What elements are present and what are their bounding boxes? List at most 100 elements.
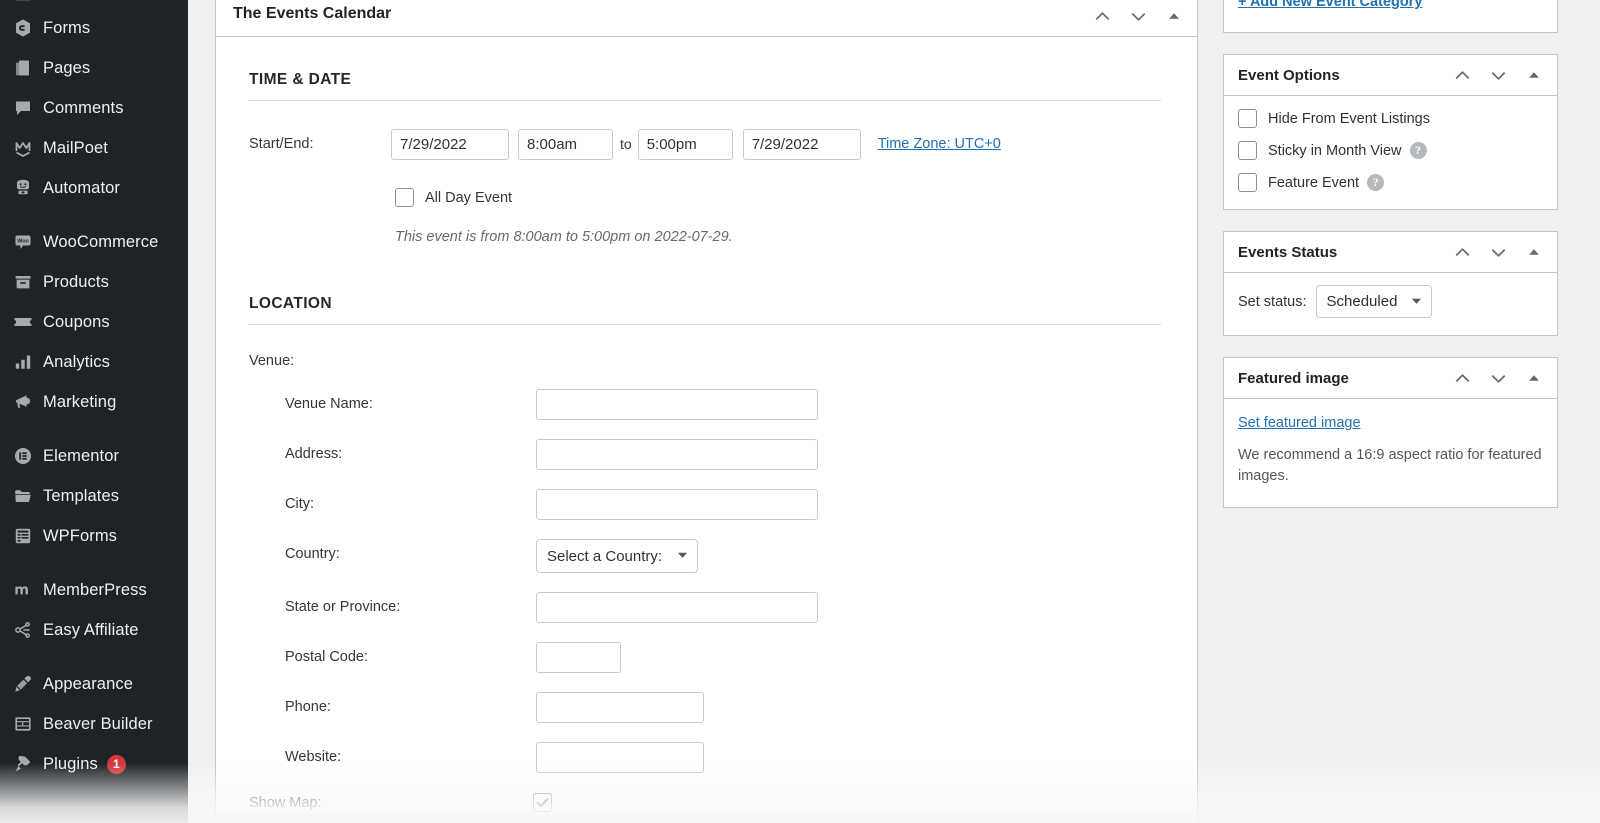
sidebar-item-beaver-builder[interactable]: Beaver Builder [0,704,188,744]
sidebar-separator [0,422,188,436]
sidebar-item-pages[interactable]: Pages [0,48,188,88]
help-icon[interactable]: ? [1409,142,1427,159]
move-down-icon[interactable] [1487,241,1509,263]
status-select[interactable]: Scheduled [1315,285,1433,318]
plugins-icon [8,753,38,775]
sidebar-item-memberpress[interactable]: MemberPress [0,570,188,610]
event-option-hide-from-event-listings[interactable]: Hide From Event Listings [1238,109,1543,128]
set-status-row: Set status: Scheduled [1238,285,1543,318]
sidebar-item-comments[interactable]: Comments [0,88,188,128]
sidebar-item-label: Templates [43,486,120,505]
location-field-row: City: [249,489,1161,520]
address-input[interactable] [536,439,818,470]
featured-image-body: Set featured image We recommend a 16:9 a… [1224,399,1557,507]
elementor-icon [8,445,38,467]
sidebar-item-label: Analytics [43,352,110,371]
show-map-checkbox[interactable] [533,793,552,812]
sidebar-item-marketing[interactable]: Marketing [0,382,188,422]
featured-image-box: Featured image Set featured image We rec… [1223,357,1558,509]
state-or-province-input[interactable] [536,592,818,623]
sidebar-item-wpforms[interactable]: WPForms [0,516,188,556]
sidebar-item-products[interactable]: Products [0,262,188,302]
location-field-row: Phone: [249,692,1161,723]
sidebar-item-automator[interactable]: Automator [0,168,188,208]
end-time-input[interactable] [637,129,733,160]
move-down-icon[interactable] [1127,5,1149,27]
sidebar-item-easy-affiliate[interactable]: Easy Affiliate [0,610,188,650]
time-zone-link[interactable]: Time Zone: UTC+0 [878,129,1001,152]
sidebar-item-elementor[interactable]: Elementor [0,436,188,476]
products-icon [8,271,38,293]
website-input[interactable] [536,742,704,773]
comments-icon [8,97,38,119]
postbox-content: TIME & DATE Start/End: to Time Zone: UTC… [216,37,1197,812]
add-new-event-category-link[interactable]: + Add New Event Category [1238,0,1422,10]
toggle-panel-icon[interactable] [1163,5,1185,27]
featured-image-title: Featured image [1238,369,1349,387]
move-down-icon[interactable] [1487,64,1509,86]
all-day-event-row[interactable]: All Day Event [395,188,1161,207]
feature-event-checkbox[interactable] [1238,173,1257,192]
set-featured-image-link[interactable]: Set featured image [1238,415,1361,431]
sidebar-item-plugins[interactable]: Plugins 1 [0,744,188,784]
events-status-body: Set status: Scheduled [1224,273,1557,335]
move-down-icon[interactable] [1487,367,1509,389]
event-options-title: Event Options [1238,66,1340,84]
venue-name-input[interactable] [536,389,818,420]
location-field-row: Website: [249,742,1161,773]
page-title: The Events Calendar [233,5,392,22]
move-up-icon[interactable] [1091,5,1113,27]
country-select[interactable]: Select a Country: [536,539,698,573]
easy-affiliate-icon [8,619,38,641]
featured-image-header: Featured image [1224,358,1557,399]
events-status-box: Events Status Set status: Scheduled [1223,231,1558,336]
help-icon[interactable]: ? [1367,174,1385,191]
sidebar-item-partial-top[interactable] [0,0,188,8]
phone-input[interactable] [536,692,704,723]
admin-sidebar: Forms Pages Comments MailPoet Automator Woo Wo… [0,0,188,823]
event-option-sticky-in-month-view[interactable]: Sticky in Month View? [1238,141,1543,160]
toggle-panel-icon[interactable] [1523,367,1545,389]
location-field-row: State or Province: [249,592,1161,623]
sidebar-item-analytics[interactable]: Analytics [0,342,188,382]
move-up-icon[interactable] [1451,64,1473,86]
sidebar-item-coupons[interactable]: Coupons [0,302,188,342]
sidebar-item-mailpoet[interactable]: MailPoet [0,128,188,168]
beaver-builder-icon [8,713,38,735]
city-input[interactable] [536,489,818,520]
start-time-input[interactable] [518,129,613,160]
start-end-label: Start/End: [249,136,314,152]
sidebar-item-label: MailPoet [43,138,108,157]
svg-text:Woo: Woo [17,238,29,244]
events-status-header: Events Status [1224,232,1557,273]
sidebar-separator [0,556,188,570]
sidebar-item-woocommerce[interactable]: Woo WooCommerce [0,222,188,262]
venue-row: Venue: [249,353,1161,369]
toggle-panel-icon[interactable] [1523,64,1545,86]
sidebar-item-label: Elementor [43,446,120,465]
all-day-event-checkbox[interactable] [395,188,414,207]
start-date-input[interactable] [391,129,509,160]
sidebar-item-label: Appearance [43,674,133,693]
toggle-panel-icon[interactable] [1523,241,1545,263]
sidebar-item-label: MemberPress [43,580,147,599]
the-events-calendar-postbox: The Events Calendar TIME & DATE Start/En… [215,0,1198,823]
postal-code-input[interactable] [536,642,621,673]
event-options-box: Event Options Hide From Event Listings S… [1223,54,1558,210]
city-label: City: [285,496,314,512]
event-option-feature-event[interactable]: Feature Event? [1238,173,1543,192]
sidebar-item-forms[interactable]: Forms [0,8,188,48]
move-up-icon[interactable] [1451,367,1473,389]
all-day-event-label: All Day Event [425,189,513,206]
sidebar-separator [0,208,188,222]
sidebar-item-label: Pages [43,58,91,77]
end-date-input[interactable] [742,129,861,160]
sidebar-item-appearance[interactable]: Appearance [0,664,188,704]
sticky-in-month-view-checkbox[interactable] [1238,141,1257,160]
move-up-icon[interactable] [1451,241,1473,263]
hide-from-event-listings-checkbox[interactable] [1238,109,1257,128]
sidebar-item-templates[interactable]: Templates [0,476,188,516]
memberpress-icon [8,579,38,601]
chevron-down-icon [677,548,688,565]
website-label: Website: [285,749,342,765]
